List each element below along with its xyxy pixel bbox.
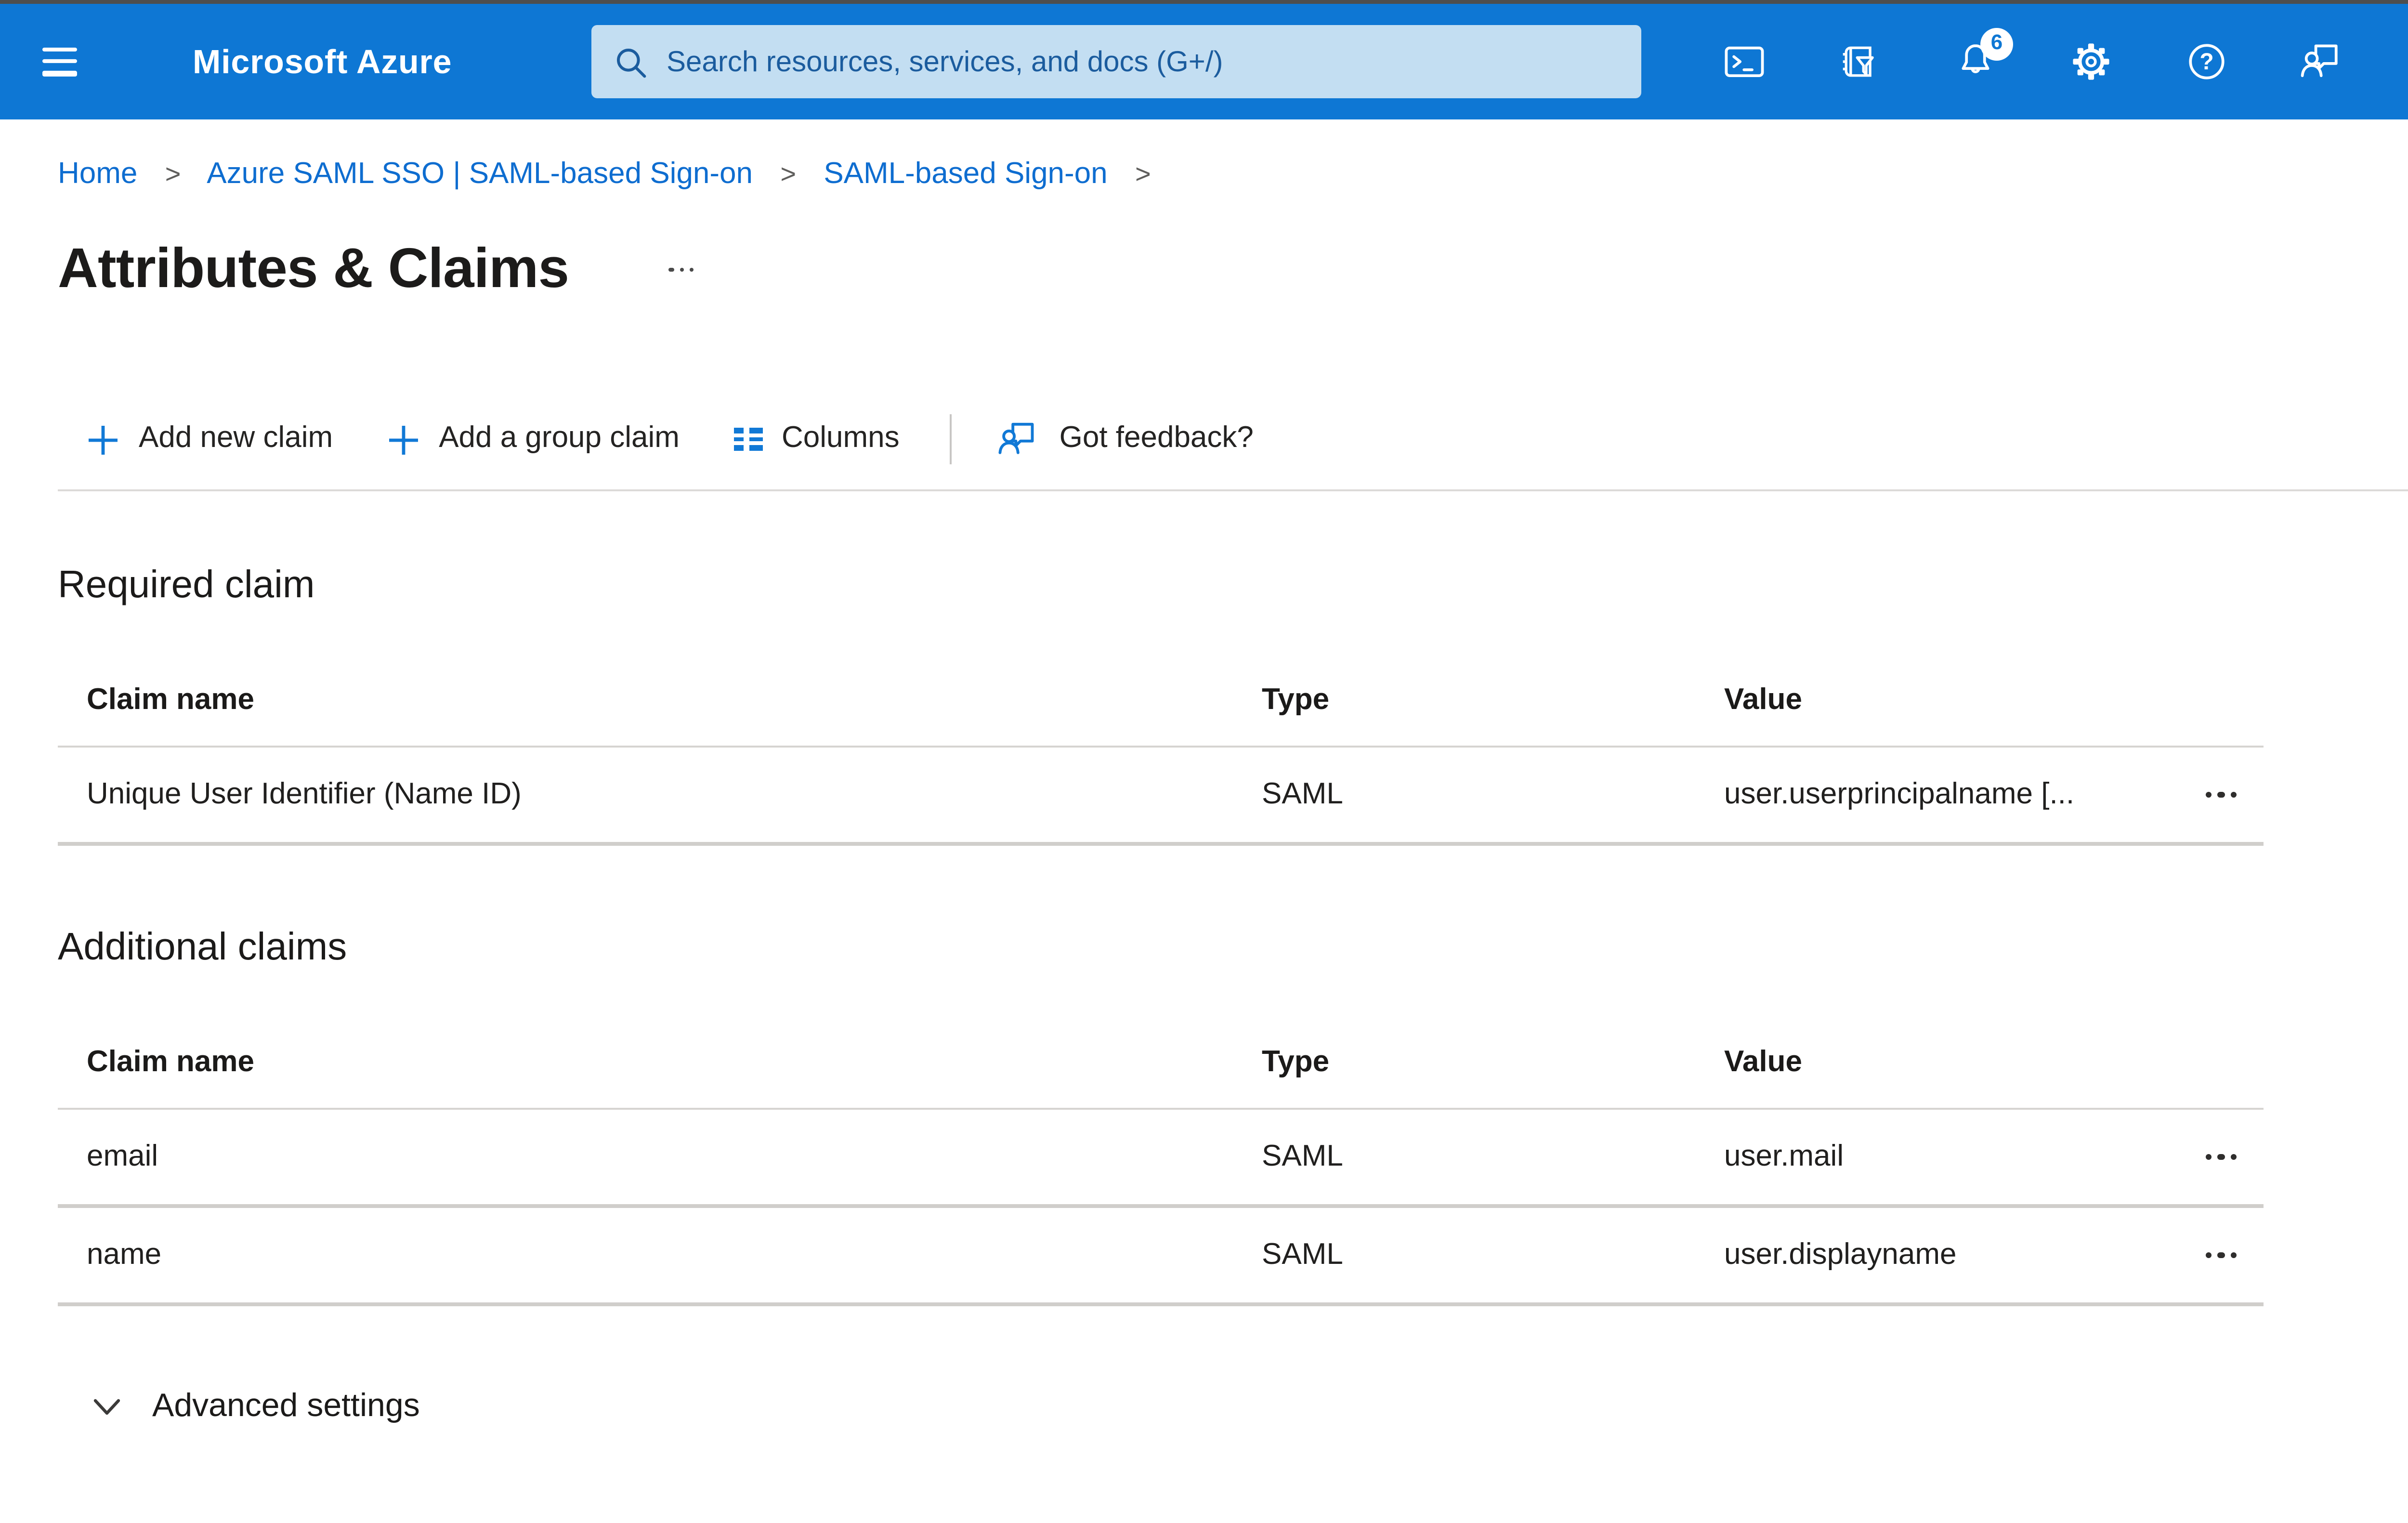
claim-type-cell: SAML	[1262, 1238, 1343, 1271]
directories-filter-icon	[1843, 46, 1874, 77]
breadcrumb-home-link[interactable]: Home	[58, 158, 137, 191]
table-row: name SAML user.displayname	[58, 1208, 2264, 1306]
columns-icon	[733, 428, 762, 451]
breadcrumb: Home > Azure SAML SSO | SAML-based Sign-…	[58, 150, 2408, 198]
settings-button[interactable]	[2069, 39, 2113, 84]
plus-icon	[89, 425, 118, 454]
more-options-icon[interactable]	[661, 260, 702, 280]
command-bar-divider	[58, 489, 2408, 491]
search-input[interactable]	[667, 45, 1618, 78]
row-menu-icon[interactable]	[2201, 1242, 2240, 1268]
column-header-type: Type	[1262, 1046, 1330, 1079]
column-header-value: Value	[1724, 1046, 1802, 1079]
claim-value-cell: user.mail	[1724, 1140, 1844, 1172]
breadcrumb-app-link[interactable]: Azure SAML SSO | SAML-based Sign-on	[207, 158, 753, 191]
claim-name-cell: email	[87, 1140, 158, 1172]
claim-type-cell: SAML	[1262, 777, 1343, 810]
command-bar: Add new claim Add a group claim Columns	[87, 395, 2408, 484]
add-new-claim-button[interactable]: Add new claim	[87, 422, 333, 457]
column-header-value: Value	[1724, 684, 1802, 717]
notifications-button[interactable]: 6	[1953, 28, 2013, 84]
breadcrumb-saml-link[interactable]: SAML-based Sign-on	[824, 158, 1107, 191]
table-row: Unique User Identifier (Name ID) SAML us…	[58, 748, 2264, 846]
search-icon	[617, 48, 646, 77]
directories-filter-button[interactable]	[1838, 39, 1882, 84]
page-title: Attributes & Claims	[58, 238, 569, 300]
additional-claims-heading: Additional claims	[58, 927, 347, 969]
breadcrumb-separator: >	[1135, 158, 1151, 189]
feedback-icon	[2301, 44, 2338, 78]
azure-portal-page: Microsoft Azure Search resources, servic…	[0, 0, 2408, 1523]
table-header-row: Claim name Type Value	[58, 657, 2264, 748]
got-feedback-label: Got feedback?	[1059, 422, 1254, 455]
azure-top-bar: Microsoft Azure Search resources, servic…	[0, 4, 2408, 119]
column-header-claim-name: Claim name	[87, 684, 255, 717]
chevron-down-icon	[93, 1398, 120, 1414]
claim-value-cell: user.displayname	[1724, 1238, 1957, 1271]
global-search[interactable]	[591, 25, 1641, 98]
claim-name-cell: name	[87, 1238, 162, 1271]
column-header-claim-name: Claim name	[87, 1046, 255, 1079]
cloud-shell-icon	[1725, 46, 1764, 78]
table-row: email SAML user.mail	[58, 1110, 2264, 1208]
toolbar-separator	[949, 414, 952, 464]
topbar-icon-group: 6 ?	[1722, 28, 2344, 84]
claim-name-cell: Unique User Identifier (Name ID)	[87, 777, 522, 810]
column-header-type: Type	[1262, 684, 1330, 717]
help-icon: ?	[2189, 44, 2225, 79]
claim-type-cell: SAML	[1262, 1140, 1343, 1172]
required-claim-heading: Required claim	[58, 565, 315, 607]
additional-claims-table: Claim name Type Value email SAML user.ma…	[58, 1019, 2264, 1306]
cloud-shell-button[interactable]	[1722, 39, 1767, 84]
help-button[interactable]: ?	[2185, 39, 2229, 84]
got-feedback-button[interactable]: Got feedback?	[998, 418, 1254, 460]
row-menu-icon[interactable]	[2201, 1144, 2240, 1170]
notification-count-badge: 6	[1980, 28, 2013, 61]
hamburger-menu-icon	[42, 47, 77, 52]
breadcrumb-separator: >	[780, 158, 797, 189]
columns-label: Columns	[781, 422, 900, 455]
page-header: Attributes & Claims	[58, 225, 2408, 314]
plus-icon	[389, 425, 418, 454]
breadcrumb-separator: >	[165, 158, 181, 189]
add-group-claim-button[interactable]: Add a group claim	[387, 422, 680, 457]
window-top-edge	[0, 0, 2408, 4]
add-group-claim-label: Add a group claim	[439, 422, 680, 455]
hamburger-menu-button[interactable]	[42, 47, 77, 76]
table-header-row: Claim name Type Value	[58, 1019, 2264, 1110]
feedback-person-icon	[998, 422, 1034, 454]
required-claim-table: Claim name Type Value Unique User Identi…	[58, 657, 2264, 846]
advanced-settings-label: Advanced settings	[152, 1387, 420, 1424]
row-menu-icon[interactable]	[2201, 782, 2240, 808]
feedback-button[interactable]	[2300, 39, 2344, 84]
columns-button[interactable]: Columns	[733, 422, 900, 457]
azure-brand-logo[interactable]: Microsoft Azure	[193, 4, 452, 119]
svg-text:?: ?	[2199, 49, 2213, 75]
add-new-claim-label: Add new claim	[139, 422, 333, 455]
settings-gear-icon	[2073, 43, 2109, 80]
advanced-settings-toggle[interactable]: Advanced settings	[92, 1387, 420, 1426]
claim-value-cell: user.userprincipalname [...	[1724, 777, 2075, 810]
